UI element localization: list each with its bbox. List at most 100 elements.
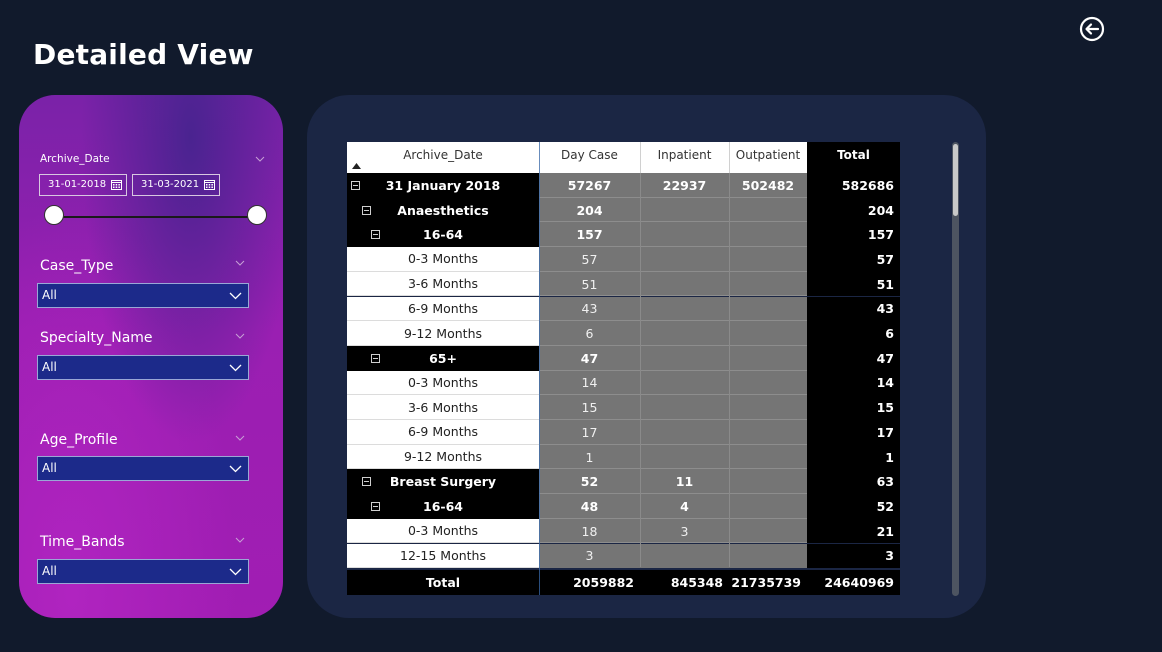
row-label: 9-12 Months (347, 444, 539, 470)
cell-total: 63 (807, 469, 900, 495)
header-inpatient[interactable]: Inpatient (640, 142, 729, 173)
row-label: 31 January 2018 (347, 173, 539, 198)
slider-end-handle[interactable] (247, 205, 267, 225)
table-row[interactable]: 31 January 2018 57267 22937 502482 582686 (347, 173, 900, 198)
matrix-table: Archive_Date Day Case Inpatient Outpatie… (347, 142, 900, 595)
header-total[interactable]: Total (807, 142, 900, 173)
cell-day-case: 57267 (539, 173, 640, 198)
cell-day-case: 3 (539, 543, 640, 569)
cell-total: 582686 (807, 173, 900, 198)
cell-total: 52 (807, 494, 900, 519)
minus-square-icon[interactable] (351, 181, 360, 190)
cell-inpatient (640, 321, 729, 346)
cell-inpatient (640, 271, 729, 297)
start-date-value: 31-01-2018 (48, 179, 107, 190)
table-row[interactable]: 9-12 Months 1 1 (347, 444, 900, 470)
time-bands-label: Time_Bands (40, 534, 125, 550)
cell-outpatient (729, 444, 807, 470)
total-label: Total (425, 575, 461, 590)
cell-total: 157 (807, 222, 900, 248)
cell-inpatient (640, 543, 729, 569)
chevron-down-icon[interactable] (235, 435, 245, 441)
cell-day-case: 47 (539, 345, 640, 371)
chevron-down-icon[interactable] (235, 537, 245, 543)
cell-outpatient (729, 518, 807, 544)
table-row[interactable]: 3-6 Months 15 15 (347, 395, 900, 420)
column-divider (729, 142, 730, 173)
specialty-name-dropdown[interactable]: All (37, 355, 249, 380)
minus-square-icon[interactable] (371, 230, 380, 240)
table-row[interactable]: 9-12 Months 6 6 (347, 321, 900, 346)
row-label: 6-9 Months (347, 296, 539, 322)
slider-start-handle[interactable] (44, 205, 64, 225)
end-date-input[interactable]: 31-03-2021 (132, 174, 220, 196)
cell-outpatient: 502482 (729, 173, 807, 198)
cell-day-case: 1 (539, 444, 640, 470)
header-day-case[interactable]: Day Case (539, 142, 640, 173)
column-divider (539, 142, 540, 595)
cell-inpatient: 3 (640, 518, 729, 544)
table-row[interactable]: Anaesthetics 204 204 (347, 197, 900, 223)
cell-inpatient (640, 444, 729, 470)
age-profile-label: Age_Profile (40, 432, 118, 448)
cell-total: 17 (807, 420, 900, 445)
total-grand: 24640969 (824, 575, 894, 590)
cell-outpatient (729, 345, 807, 371)
cell-inpatient (640, 296, 729, 322)
cell-outpatient (729, 420, 807, 445)
cell-outpatient (729, 494, 807, 519)
minus-square-icon[interactable] (371, 502, 380, 512)
age-profile-dropdown[interactable]: All (37, 456, 249, 481)
matrix-total-row: Total 2059882 845348 21735739 24640969 (347, 570, 900, 595)
cell-total: 21 (807, 518, 900, 544)
table-row[interactable]: 0-3 Months 14 14 (347, 370, 900, 396)
row-label: 6-9 Months (347, 420, 539, 445)
column-divider (729, 173, 730, 567)
table-row[interactable]: 6-9 Months 43 43 (347, 296, 900, 322)
date-range-slider[interactable] (54, 216, 257, 218)
cell-day-case: 17 (539, 420, 640, 445)
table-row[interactable]: 0-3 Months 57 57 (347, 247, 900, 272)
chevron-down-icon[interactable] (255, 156, 265, 162)
table-row[interactable]: 3-6 Months 51 51 (347, 271, 900, 297)
table-row[interactable]: 0-3 Months 18 3 21 (347, 518, 900, 544)
filter-panel: Archive_Date 31-01-2018 31-03-2021 Case_… (19, 95, 283, 618)
table-row[interactable]: 12-15 Months 3 3 (347, 543, 900, 569)
cell-outpatient (729, 543, 807, 569)
time-bands-value: All (42, 564, 57, 578)
circle-arrow-left-icon (1079, 16, 1105, 42)
cell-inpatient (640, 247, 729, 272)
table-row[interactable]: 6-9 Months 17 17 (347, 420, 900, 445)
table-row[interactable]: 65+ 47 47 (347, 345, 900, 371)
minus-square-icon[interactable] (371, 353, 380, 363)
chevron-down-icon[interactable] (235, 260, 245, 266)
cell-total: 3 (807, 543, 900, 569)
cell-total: 6 (807, 321, 900, 346)
minus-square-icon[interactable] (362, 477, 371, 487)
minus-square-icon[interactable] (362, 205, 371, 215)
cell-day-case: 57 (539, 247, 640, 272)
cell-day-case: 204 (539, 197, 640, 223)
chevron-down-icon (229, 568, 242, 576)
sort-ascending-icon[interactable] (352, 163, 361, 169)
cell-total: 47 (807, 345, 900, 371)
table-row[interactable]: Breast Surgery 52 11 63 (347, 469, 900, 495)
start-date-input[interactable]: 31-01-2018 (39, 174, 127, 196)
calendar-icon[interactable] (204, 179, 215, 190)
cell-day-case: 14 (539, 370, 640, 396)
table-row[interactable]: 16-64 48 4 52 (347, 494, 900, 519)
row-label: 12-15 Months (347, 543, 539, 569)
time-bands-dropdown[interactable]: All (37, 559, 249, 584)
header-archive-date[interactable]: Archive_Date (347, 142, 539, 173)
matrix-scroll-thumb[interactable] (953, 144, 958, 216)
calendar-icon[interactable] (111, 179, 122, 190)
cell-total: 1 (807, 444, 900, 470)
row-label: 3-6 Months (347, 395, 539, 420)
age-profile-value: All (42, 461, 57, 475)
table-row[interactable]: 16-64 157 157 (347, 222, 900, 248)
case-type-dropdown[interactable]: All (37, 283, 249, 308)
chevron-down-icon[interactable] (235, 333, 245, 339)
header-outpatient[interactable]: Outpatient (729, 142, 807, 173)
row-label: 0-3 Months (347, 247, 539, 272)
back-button[interactable] (1079, 16, 1105, 42)
